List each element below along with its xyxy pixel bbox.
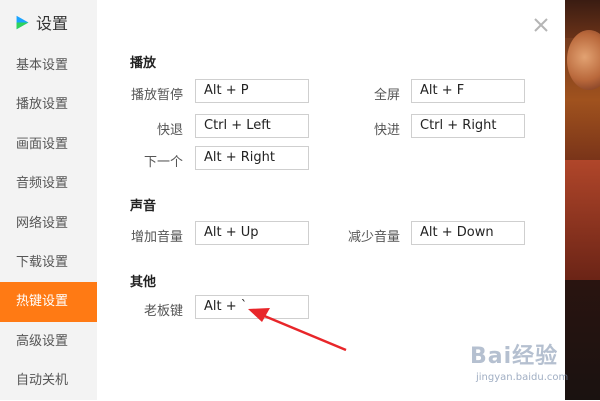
section-title-other: 其他 bbox=[130, 275, 157, 290]
hotkey-settings-panel: 播放 播放暂停 Alt + P 全屏 Alt + F 快退 Ctrl + Lef… bbox=[97, 0, 565, 400]
sidebar-nav: 基本设置 播放设置 画面设置 音频设置 网络设置 下载设置 热键设置 高级设置 … bbox=[0, 46, 97, 401]
section-title-sound: 声音 bbox=[130, 199, 157, 214]
brand: 设置 bbox=[14, 9, 68, 35]
label-volume-down: 减少音量 bbox=[347, 230, 400, 245]
background-robe bbox=[565, 160, 600, 280]
sidebar-item-playback[interactable]: 播放设置 bbox=[0, 85, 97, 124]
hotkey-input-volume-down[interactable]: Alt + Down bbox=[411, 221, 525, 245]
label-play-pause: 播放暂停 bbox=[130, 88, 183, 103]
label-rewind: 快退 bbox=[156, 123, 183, 138]
sidebar: 设置 基本设置 播放设置 画面设置 音频设置 网络设置 下载设置 热键设置 高级… bbox=[0, 0, 97, 400]
close-icon[interactable] bbox=[530, 14, 552, 36]
label-fast-forward: 快进 bbox=[373, 123, 400, 138]
sidebar-item-network[interactable]: 网络设置 bbox=[0, 204, 97, 243]
sidebar-item-advanced[interactable]: 高级设置 bbox=[0, 322, 97, 361]
hotkey-input-rewind[interactable]: Ctrl + Left bbox=[195, 114, 309, 138]
label-fullscreen: 全屏 bbox=[373, 88, 400, 103]
window-title: 设置 bbox=[36, 14, 69, 33]
label-next: 下一个 bbox=[143, 155, 183, 170]
hotkey-input-boss-key[interactable]: Alt + ` bbox=[195, 295, 309, 319]
sidebar-item-audio[interactable]: 音频设置 bbox=[0, 164, 97, 203]
sidebar-item-auto-shutdown[interactable]: 自动关机 bbox=[0, 361, 97, 400]
background-face bbox=[567, 30, 600, 90]
hotkey-input-next[interactable]: Alt + Right bbox=[195, 146, 309, 170]
sidebar-item-download[interactable]: 下载设置 bbox=[0, 243, 97, 282]
hotkey-input-volume-up[interactable]: Alt + Up bbox=[195, 221, 309, 245]
hotkey-input-play-pause[interactable]: Alt + P bbox=[195, 79, 309, 103]
play-logo-icon bbox=[16, 15, 29, 29]
hotkey-input-fullscreen[interactable]: Alt + F bbox=[411, 79, 525, 103]
section-title-play: 播放 bbox=[130, 56, 157, 71]
label-boss-key: 老板键 bbox=[143, 304, 183, 319]
hotkey-input-fast-forward[interactable]: Ctrl + Right bbox=[411, 114, 525, 138]
label-volume-up: 增加音量 bbox=[130, 230, 183, 245]
sidebar-item-picture[interactable]: 画面设置 bbox=[0, 125, 97, 164]
sidebar-item-hotkeys[interactable]: 热键设置 bbox=[0, 282, 97, 322]
sidebar-item-basic[interactable]: 基本设置 bbox=[0, 46, 97, 85]
background-artwork bbox=[565, 0, 600, 400]
